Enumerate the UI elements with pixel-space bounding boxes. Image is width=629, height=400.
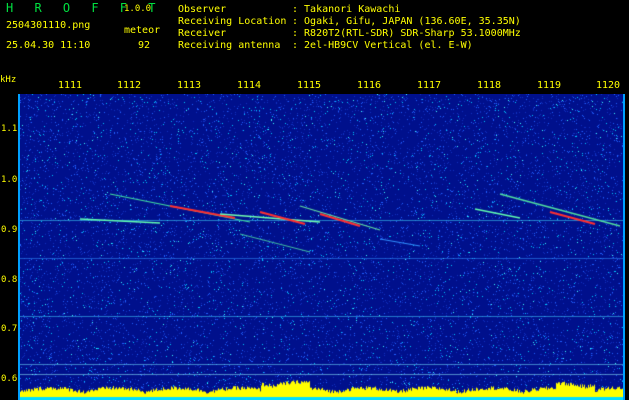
x-tick-label: 1118 <box>477 80 502 91</box>
y-tick-label: 0.9 <box>1 225 18 235</box>
x-tick-label: 1114 <box>237 80 262 91</box>
y-tick-label: 1.0 <box>1 175 18 185</box>
x-tick-label: 1113 <box>177 80 202 91</box>
x-tick-label: 1120 <box>596 80 621 91</box>
meteor-label: meteor <box>124 25 161 36</box>
observation-datetime: 25.04.30 11:10 <box>6 40 91 51</box>
x-tick-label: 1115 <box>297 80 322 91</box>
observer-value: : Takanori Kawachi <box>292 4 401 15</box>
location-value: : Ogaki, Gifu, JAPAN (136.60E, 35.35N) <box>292 16 521 27</box>
y-tick-label: 0.8 <box>1 275 18 285</box>
location-label: Receiving Location <box>178 16 287 27</box>
image-filename: 2504301110.png <box>6 20 91 31</box>
x-tick-label: 1112 <box>117 80 142 91</box>
x-tick-label: 1111 <box>58 80 83 91</box>
right-border-line <box>623 94 625 400</box>
x-tick-label: 1117 <box>417 80 442 91</box>
meteor-count: 92 <box>138 40 151 51</box>
receiver-value: : R820T2(RTL-SDR) SDR-Sharp 53.1000MHz <box>292 28 521 39</box>
antenna-label: Receiving antenna <box>178 40 281 51</box>
antenna-value: : 2el-HB9CV Vertical (el. E-W) <box>292 40 473 51</box>
receiver-label: Receiver <box>178 28 227 39</box>
header-panel: H R O F F T 1.0.0 2504301110.png meteor … <box>0 0 629 72</box>
observer-label: Observer <box>178 4 227 15</box>
x-tick-label: 1119 <box>537 80 562 91</box>
y-tick-label: 0.7 <box>1 324 18 334</box>
app-version: 1.0.0 <box>124 4 152 14</box>
y-tick-label: 0.6 <box>1 374 18 384</box>
x-tick-label: 1116 <box>357 80 382 91</box>
spectrogram-canvas <box>20 94 623 400</box>
y-tick-label: 1.1 <box>1 124 18 134</box>
y-axis-unit: kHz <box>0 75 17 85</box>
